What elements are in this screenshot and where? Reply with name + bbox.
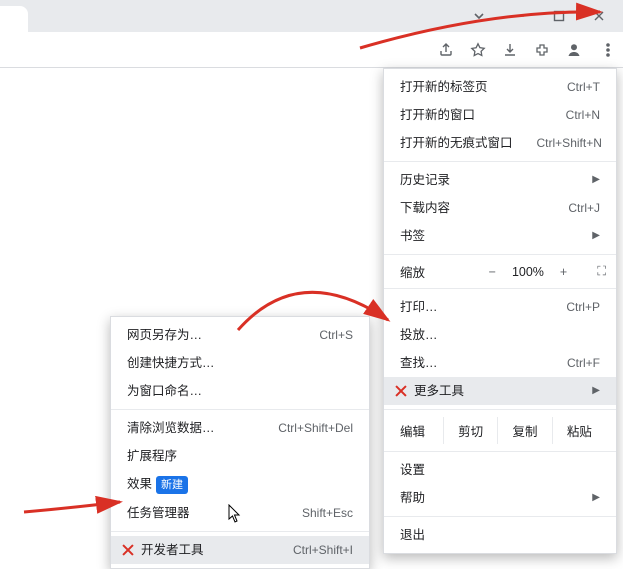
menu-separator <box>384 409 616 410</box>
menu-item-shortcut: Ctrl+Shift+N <box>537 134 602 152</box>
submenu-arrow-icon: ▶ <box>592 382 600 400</box>
menu-item-label: 效果新建 <box>127 475 353 494</box>
menu-item-label: 扩展程序 <box>127 447 353 465</box>
menu-bookmarks[interactable]: 书签 ▶ <box>384 222 616 250</box>
menu-separator <box>384 254 616 255</box>
menu-print[interactable]: 打印… Ctrl+P <box>384 293 616 321</box>
menu-new-window[interactable]: 打开新的窗口 Ctrl+N <box>384 101 616 129</box>
annotation-cross-icon <box>394 384 408 398</box>
zoom-out-button[interactable]: − <box>489 265 496 279</box>
menu-item-label: 创建快捷方式… <box>127 354 353 372</box>
menu-exit[interactable]: 退出 <box>384 521 616 549</box>
menu-item-shortcut: Ctrl+N <box>566 106 600 124</box>
menu-item-label: 网页另存为… <box>127 326 295 344</box>
menu-more-tools[interactable]: 更多工具 ▶ <box>384 377 616 405</box>
menu-separator <box>111 409 369 410</box>
menu-item-label: 清除浏览数据… <box>127 419 254 437</box>
profile-icon[interactable] <box>565 41 583 59</box>
browser-toolbar <box>0 32 623 68</box>
menu-item-label: 帮助 <box>400 489 568 507</box>
menu-item-label: 退出 <box>400 526 600 544</box>
window-titlebar <box>0 0 623 32</box>
menu-item-label: 书签 <box>400 227 568 245</box>
edit-cut-button[interactable]: 剪切 <box>443 417 497 444</box>
submenu-save-as[interactable]: 网页另存为… Ctrl+S <box>111 321 369 349</box>
menu-edit: 编辑 剪切 复制 粘贴 <box>384 414 616 447</box>
active-tab-edge <box>0 6 28 32</box>
download-icon[interactable] <box>501 41 519 59</box>
main-menu: 打开新的标签页 Ctrl+T 打开新的窗口 Ctrl+N 打开新的无痕式窗口 C… <box>383 68 617 554</box>
star-icon[interactable] <box>469 41 487 59</box>
edit-copy-button[interactable]: 复制 <box>497 417 551 444</box>
menu-settings[interactable]: 设置 <box>384 456 616 484</box>
menu-history[interactable]: 历史记录 ▶ <box>384 166 616 194</box>
menu-item-shortcut: Ctrl+F <box>567 354 600 372</box>
share-icon[interactable] <box>437 41 455 59</box>
menu-item-label: 打开新的窗口 <box>400 106 542 124</box>
menu-help[interactable]: 帮助 ▶ <box>384 484 616 512</box>
menu-zoom: 缩放 − 100% + ⛶ <box>384 259 616 284</box>
menu-item-label: 为窗口命名… <box>127 382 353 400</box>
kebab-menu-icon[interactable] <box>599 41 617 59</box>
extensions-icon[interactable] <box>533 41 551 59</box>
menu-item-shortcut: Ctrl+J <box>568 199 600 217</box>
menu-separator <box>384 451 616 452</box>
annotation-cross-icon <box>121 543 135 557</box>
menu-item-label: 打印… <box>400 298 542 316</box>
menu-find[interactable]: 查找… Ctrl+F <box>384 349 616 377</box>
submenu-clear-data[interactable]: 清除浏览数据… Ctrl+Shift+Del <box>111 414 369 442</box>
menu-item-shortcut: Ctrl+S <box>319 326 353 344</box>
menu-separator <box>384 161 616 162</box>
menu-downloads[interactable]: 下载内容 Ctrl+J <box>384 194 616 222</box>
submenu-task-manager[interactable]: 任务管理器 Shift+Esc <box>111 499 369 527</box>
menu-item-label: 打开新的无痕式窗口 <box>400 134 513 152</box>
submenu-effects[interactable]: 效果新建 <box>111 470 369 499</box>
menu-separator <box>384 516 616 517</box>
more-tools-submenu: 网页另存为… Ctrl+S 创建快捷方式… 为窗口命名… 清除浏览数据… Ctr… <box>110 316 370 569</box>
submenu-extensions[interactable]: 扩展程序 <box>111 442 369 470</box>
menu-cast[interactable]: 投放… <box>384 321 616 349</box>
menu-item-label: 查找… <box>400 354 543 372</box>
menu-item-label: 投放… <box>400 326 600 344</box>
menu-item-shortcut: Ctrl+T <box>567 78 600 96</box>
tab-chevron-icon[interactable] <box>459 0 499 32</box>
zoom-percent: 100% <box>512 265 544 279</box>
submenu-arrow-icon: ▶ <box>592 227 600 245</box>
menu-item-shortcut: Ctrl+P <box>566 298 600 316</box>
menu-item-label: 历史记录 <box>400 171 568 189</box>
submenu-create-shortcut[interactable]: 创建快捷方式… <box>111 349 369 377</box>
edit-paste-button[interactable]: 粘贴 <box>552 417 606 444</box>
submenu-arrow-icon: ▶ <box>592 171 600 189</box>
menu-new-incognito[interactable]: 打开新的无痕式窗口 Ctrl+Shift+N <box>384 129 616 157</box>
menu-item-shortcut: Shift+Esc <box>302 504 353 522</box>
menu-item-label: 设置 <box>400 461 600 479</box>
submenu-arrow-icon: ▶ <box>592 489 600 507</box>
menu-item-label: 缩放 <box>400 262 425 281</box>
window-minimize-button[interactable] <box>499 0 539 32</box>
menu-item-label: 打开新的标签页 <box>400 78 543 96</box>
menu-new-tab[interactable]: 打开新的标签页 Ctrl+T <box>384 73 616 101</box>
submenu-name-window[interactable]: 为窗口命名… <box>111 377 369 405</box>
menu-item-shortcut: Ctrl+Shift+Del <box>278 419 353 437</box>
menu-item-label: 编辑 <box>400 421 425 440</box>
menu-item-label: 更多工具 <box>414 382 568 400</box>
window-close-button[interactable] <box>579 0 619 32</box>
menu-item-label: 任务管理器 <box>127 504 278 522</box>
menu-separator <box>384 288 616 289</box>
new-badge: 新建 <box>156 476 188 494</box>
window-maximize-button[interactable] <box>539 0 579 32</box>
menu-separator <box>111 531 369 532</box>
fullscreen-icon[interactable]: ⛶ <box>597 264 606 279</box>
menu-item-label: 下载内容 <box>400 199 544 217</box>
zoom-in-button[interactable]: + <box>560 265 567 279</box>
submenu-devtools[interactable]: 开发者工具 Ctrl+Shift+I <box>111 536 369 564</box>
